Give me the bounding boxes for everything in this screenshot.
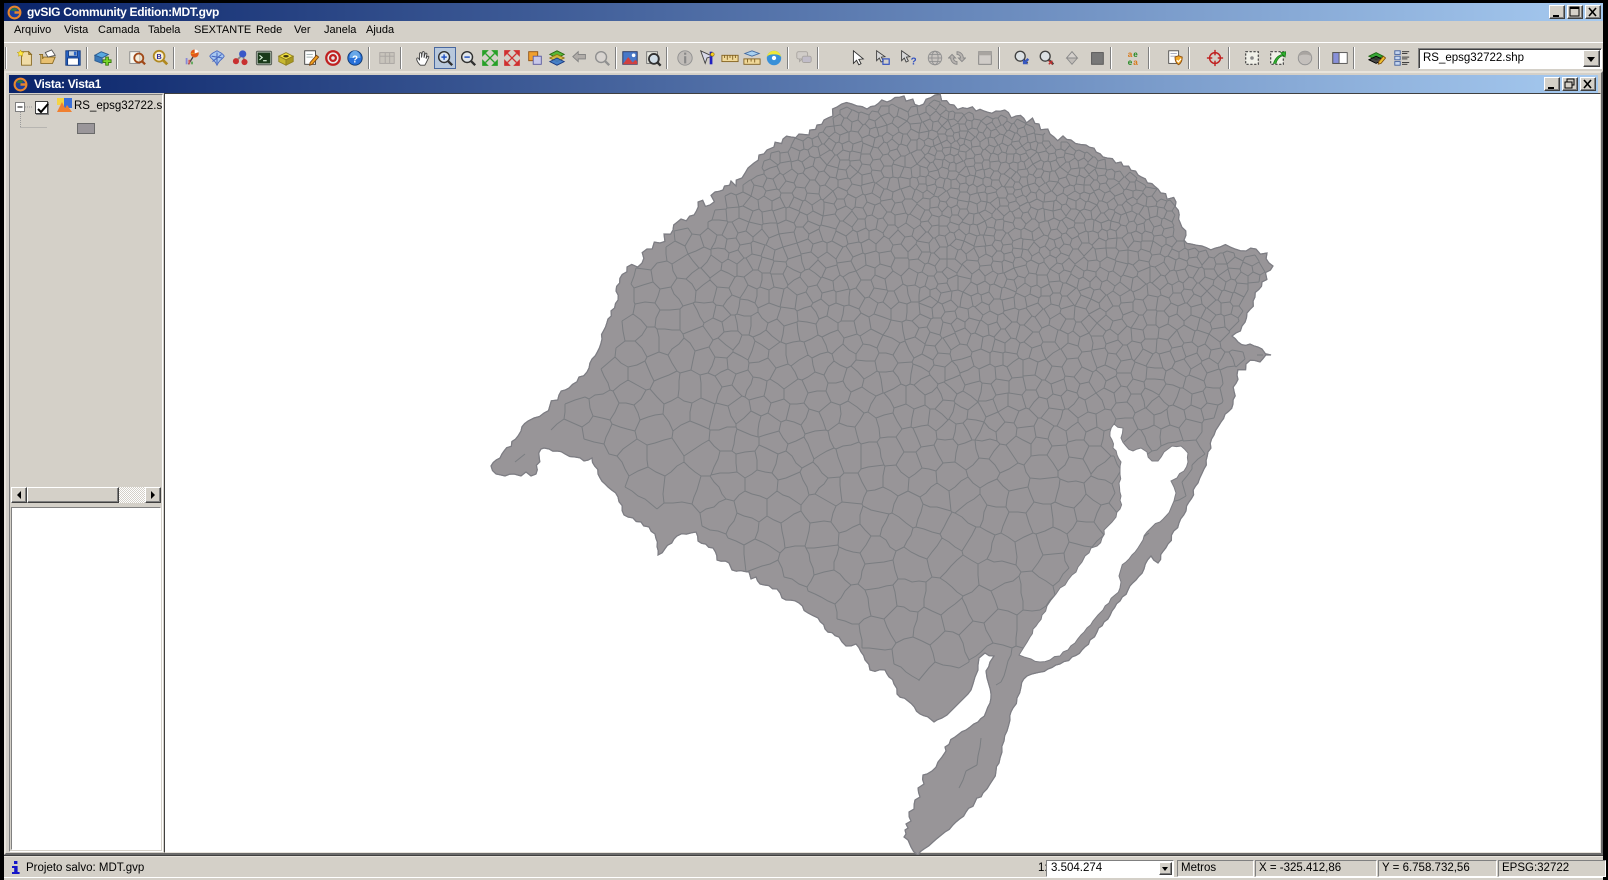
svg-text:?: ? xyxy=(352,54,358,65)
svg-text:e: e xyxy=(1128,58,1133,67)
svg-text:?: ? xyxy=(911,56,916,67)
svg-text:a: a xyxy=(1133,58,1138,67)
svg-text:B: B xyxy=(156,51,161,60)
